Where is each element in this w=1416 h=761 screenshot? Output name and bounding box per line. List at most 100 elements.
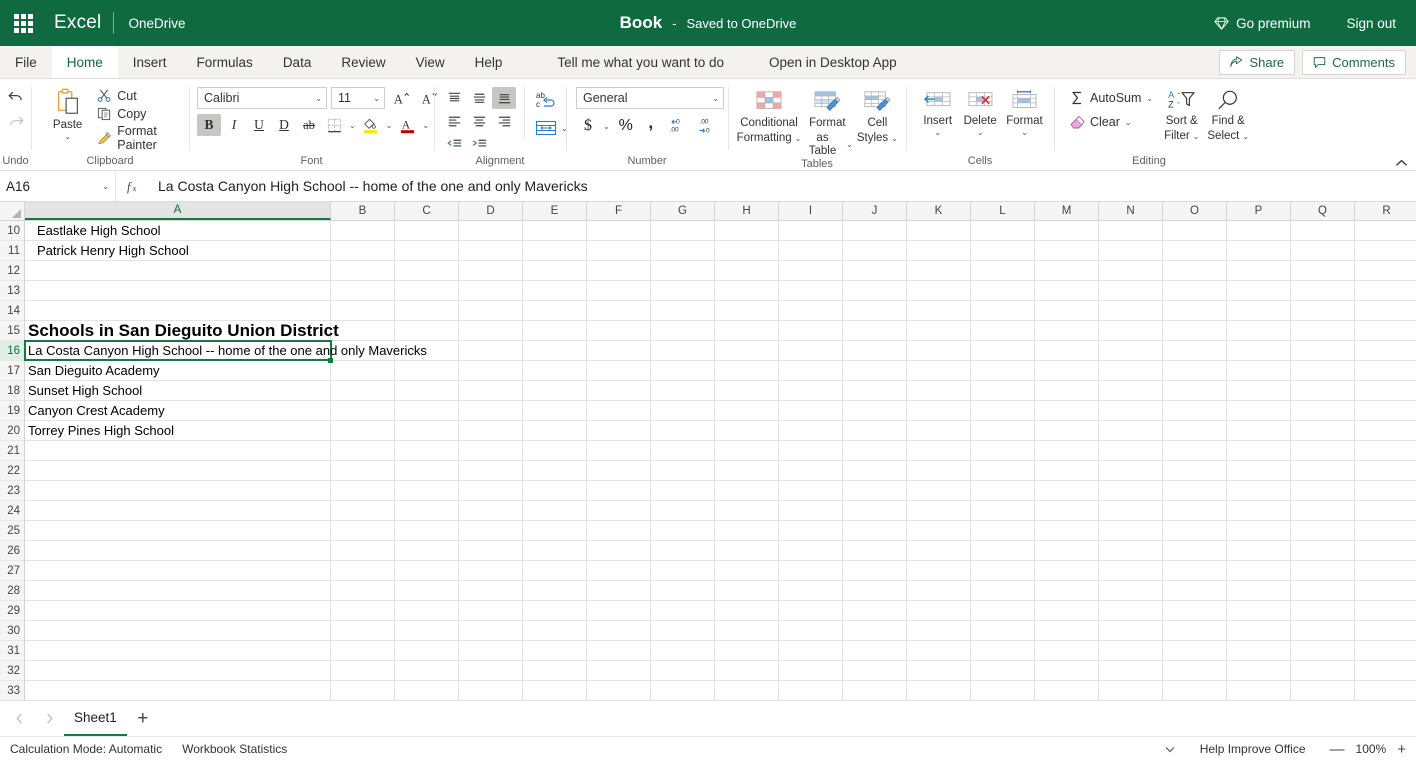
chevron-down-icon[interactable]: ⌄ bbox=[891, 134, 898, 143]
cell-C33[interactable] bbox=[395, 681, 459, 700]
cell-G10[interactable] bbox=[651, 221, 715, 240]
cell-M13[interactable] bbox=[1035, 281, 1099, 300]
cell-E14[interactable] bbox=[523, 301, 587, 320]
cell-D31[interactable] bbox=[459, 641, 523, 660]
cell-O31[interactable] bbox=[1163, 641, 1227, 660]
cell-C13[interactable] bbox=[395, 281, 459, 300]
cell-F19[interactable] bbox=[587, 401, 651, 420]
currency-format-button[interactable]: $ bbox=[576, 115, 600, 137]
borders-button[interactable] bbox=[322, 114, 346, 136]
status-overflow-button[interactable] bbox=[1154, 745, 1186, 754]
cell-I28[interactable] bbox=[779, 581, 843, 600]
cell-K18[interactable] bbox=[907, 381, 971, 400]
cell-N15[interactable] bbox=[1099, 321, 1163, 340]
cell-O11[interactable] bbox=[1163, 241, 1227, 260]
cell-D18[interactable] bbox=[459, 381, 523, 400]
cell-O32[interactable] bbox=[1163, 661, 1227, 680]
cell-D25[interactable] bbox=[459, 521, 523, 540]
cell-L31[interactable] bbox=[971, 641, 1035, 660]
cell-H21[interactable] bbox=[715, 441, 779, 460]
row-header-26[interactable]: 26 bbox=[0, 541, 24, 561]
cell-L26[interactable] bbox=[971, 541, 1035, 560]
cell-G27[interactable] bbox=[651, 561, 715, 580]
cell-B30[interactable] bbox=[331, 621, 395, 640]
cell-D27[interactable] bbox=[459, 561, 523, 580]
cell-D15[interactable] bbox=[459, 321, 523, 340]
cell-K32[interactable] bbox=[907, 661, 971, 680]
cell-O13[interactable] bbox=[1163, 281, 1227, 300]
cell-N12[interactable] bbox=[1099, 261, 1163, 280]
cell-H10[interactable] bbox=[715, 221, 779, 240]
row-header-24[interactable]: 24 bbox=[0, 501, 24, 521]
cell-I18[interactable] bbox=[779, 381, 843, 400]
align-middle-button[interactable] bbox=[467, 87, 491, 109]
cell-R22[interactable] bbox=[1355, 461, 1416, 480]
cell-R14[interactable] bbox=[1355, 301, 1416, 320]
cell-I26[interactable] bbox=[779, 541, 843, 560]
cell-M19[interactable] bbox=[1035, 401, 1099, 420]
cell-B21[interactable] bbox=[331, 441, 395, 460]
chevron-down-icon[interactable]: ⌄ bbox=[1125, 118, 1132, 127]
cell-L32[interactable] bbox=[971, 661, 1035, 680]
cell-K16[interactable] bbox=[907, 341, 971, 360]
cell-F18[interactable] bbox=[587, 381, 651, 400]
chevron-down-icon[interactable]: ⌄ bbox=[1193, 132, 1200, 141]
cell-F23[interactable] bbox=[587, 481, 651, 500]
cell-Q28[interactable] bbox=[1291, 581, 1355, 600]
cell-C15[interactable] bbox=[395, 321, 459, 340]
cell-O20[interactable] bbox=[1163, 421, 1227, 440]
chevron-down-icon[interactable]: ⌄ bbox=[102, 182, 109, 191]
cell-Q33[interactable] bbox=[1291, 681, 1355, 700]
cell-R11[interactable] bbox=[1355, 241, 1416, 260]
cell-B19[interactable] bbox=[331, 401, 395, 420]
cell-G12[interactable] bbox=[651, 261, 715, 280]
cell-A27[interactable] bbox=[25, 561, 331, 580]
chevron-down-icon[interactable]: ⌄ bbox=[795, 134, 802, 143]
cell-D24[interactable] bbox=[459, 501, 523, 520]
cell-Q24[interactable] bbox=[1291, 501, 1355, 520]
cell-D16[interactable] bbox=[459, 341, 523, 360]
cell-D10[interactable] bbox=[459, 221, 523, 240]
cell-M33[interactable] bbox=[1035, 681, 1099, 700]
cell-A25[interactable] bbox=[25, 521, 331, 540]
cell-P23[interactable] bbox=[1227, 481, 1291, 500]
cell-J27[interactable] bbox=[843, 561, 907, 580]
cell-J10[interactable] bbox=[843, 221, 907, 240]
cell-G32[interactable] bbox=[651, 661, 715, 680]
cell-A14[interactable] bbox=[25, 301, 331, 320]
cell-G30[interactable] bbox=[651, 621, 715, 640]
cell-C22[interactable] bbox=[395, 461, 459, 480]
cell-Q29[interactable] bbox=[1291, 601, 1355, 620]
cell-F24[interactable] bbox=[587, 501, 651, 520]
cell-I23[interactable] bbox=[779, 481, 843, 500]
cell-L23[interactable] bbox=[971, 481, 1035, 500]
cell-N33[interactable] bbox=[1099, 681, 1163, 700]
zoom-in-button[interactable]: + bbox=[1397, 741, 1406, 758]
cell-E32[interactable] bbox=[523, 661, 587, 680]
cell-J13[interactable] bbox=[843, 281, 907, 300]
cell-B15[interactable] bbox=[331, 321, 395, 340]
cell-R13[interactable] bbox=[1355, 281, 1416, 300]
font-color-button[interactable]: A bbox=[395, 114, 419, 136]
share-button[interactable]: Share bbox=[1219, 49, 1296, 75]
cell-R23[interactable] bbox=[1355, 481, 1416, 500]
row-header-22[interactable]: 22 bbox=[0, 461, 24, 481]
row-header-14[interactable]: 14 bbox=[0, 301, 24, 321]
cell-L20[interactable] bbox=[971, 421, 1035, 440]
cell-H33[interactable] bbox=[715, 681, 779, 700]
cell-Q14[interactable] bbox=[1291, 301, 1355, 320]
column-header-i[interactable]: I bbox=[779, 202, 843, 220]
chevron-down-icon[interactable]: ⌄ bbox=[64, 132, 71, 141]
comma-format-button[interactable]: , bbox=[640, 114, 662, 137]
cell-O30[interactable] bbox=[1163, 621, 1227, 640]
cell-N29[interactable] bbox=[1099, 601, 1163, 620]
undo-button[interactable] bbox=[4, 86, 28, 108]
row-header-17[interactable]: 17 bbox=[0, 361, 24, 381]
row-header-18[interactable]: 18 bbox=[0, 381, 24, 401]
cell-P13[interactable] bbox=[1227, 281, 1291, 300]
cell-J24[interactable] bbox=[843, 501, 907, 520]
cell-K11[interactable] bbox=[907, 241, 971, 260]
cell-N14[interactable] bbox=[1099, 301, 1163, 320]
double-underline-button[interactable]: D bbox=[272, 114, 296, 136]
cell-F25[interactable] bbox=[587, 521, 651, 540]
